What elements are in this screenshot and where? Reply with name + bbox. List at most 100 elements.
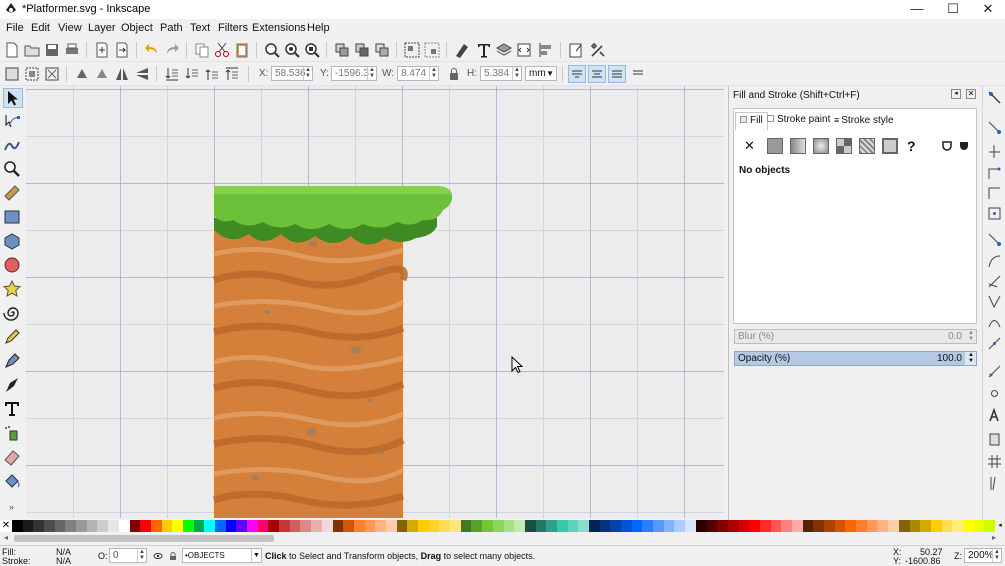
color-swatch[interactable] bbox=[279, 520, 291, 532]
menu-object[interactable]: Object bbox=[121, 22, 153, 34]
color-swatch[interactable] bbox=[717, 520, 729, 532]
color-swatch[interactable] bbox=[546, 520, 558, 532]
group-icon[interactable] bbox=[404, 42, 420, 58]
pencil-tool[interactable] bbox=[3, 328, 23, 348]
mesh-gradient-button[interactable] bbox=[836, 138, 852, 154]
color-swatch[interactable] bbox=[407, 520, 419, 532]
snap-text-baseline-icon[interactable] bbox=[987, 408, 1002, 423]
unlink-clone-icon[interactable] bbox=[374, 42, 390, 58]
color-swatch[interactable] bbox=[182, 520, 195, 532]
color-swatch[interactable] bbox=[161, 520, 173, 532]
color-swatch[interactable] bbox=[706, 520, 718, 532]
color-swatch[interactable] bbox=[332, 520, 344, 532]
scroll-right-icon[interactable]: ▸ bbox=[992, 533, 996, 542]
transform-patterns-icon[interactable] bbox=[630, 66, 646, 82]
layer-lock-icon[interactable] bbox=[168, 551, 178, 561]
color-swatch[interactable] bbox=[941, 520, 953, 532]
duplicate-icon[interactable] bbox=[334, 42, 350, 58]
scrollbar-thumb[interactable] bbox=[14, 535, 274, 542]
current-layer-select[interactable]: •OBJECTS ▼ bbox=[182, 548, 262, 563]
color-swatch[interactable] bbox=[428, 520, 440, 532]
ungroup-icon[interactable] bbox=[424, 42, 440, 58]
ellipse-tool[interactable] bbox=[3, 256, 23, 276]
spiral-tool[interactable] bbox=[3, 304, 23, 324]
flat-color-button[interactable] bbox=[767, 138, 783, 154]
snap-cusp-icon[interactable] bbox=[987, 294, 1002, 309]
save-icon[interactable] bbox=[44, 42, 60, 58]
snap-midpoints-line-icon[interactable] bbox=[987, 336, 1002, 351]
tab-stroke-paint[interactable]: Stroke paint bbox=[767, 112, 830, 130]
new-document-icon[interactable] bbox=[4, 42, 20, 58]
drawing-canvas[interactable] bbox=[26, 86, 724, 518]
color-swatch[interactable] bbox=[385, 520, 398, 532]
transform-gradients-toggle[interactable] bbox=[608, 65, 626, 83]
color-swatch[interactable] bbox=[962, 520, 975, 532]
color-swatch[interactable] bbox=[856, 520, 868, 532]
menu-edit[interactable]: Edit bbox=[31, 22, 50, 34]
color-swatch[interactable] bbox=[257, 520, 269, 532]
color-swatch[interactable] bbox=[140, 520, 152, 532]
snap-enable-icon[interactable] bbox=[987, 90, 1002, 105]
redo-icon[interactable] bbox=[164, 42, 180, 58]
zoom-drawing-icon[interactable] bbox=[284, 42, 300, 58]
menu-help[interactable]: Help bbox=[307, 22, 330, 34]
paste-icon[interactable] bbox=[234, 42, 250, 58]
color-swatch[interactable] bbox=[984, 520, 996, 532]
opacity-slider[interactable]: Opacity (%) 100.0 ▲ ▼ bbox=[734, 351, 977, 366]
panel-close-icon[interactable]: ✕ bbox=[966, 89, 976, 99]
color-swatch[interactable] bbox=[12, 520, 24, 532]
close-button[interactable]: ✕ bbox=[971, 0, 1005, 19]
color-swatch[interactable] bbox=[663, 520, 675, 532]
text-tool[interactable] bbox=[3, 400, 23, 420]
color-swatch[interactable] bbox=[973, 520, 985, 532]
color-swatch[interactable] bbox=[268, 520, 280, 532]
paint-bucket-tool[interactable] bbox=[3, 472, 23, 492]
rectangle-tool[interactable] bbox=[3, 208, 23, 228]
cut-icon[interactable] bbox=[214, 42, 230, 58]
color-swatch[interactable] bbox=[193, 520, 205, 532]
color-swatch[interactable] bbox=[588, 520, 601, 532]
color-swatch[interactable] bbox=[631, 520, 643, 532]
h-input[interactable]: 5.384 ▲ ▼ bbox=[480, 66, 522, 81]
snap-paths-icon[interactable] bbox=[987, 254, 1002, 269]
snap-page-border-icon[interactable] bbox=[987, 432, 1002, 447]
scroll-left-icon[interactable]: ◂ bbox=[4, 533, 8, 542]
color-swatch[interactable] bbox=[727, 520, 740, 532]
preferences-icon[interactable] bbox=[590, 42, 606, 58]
maximize-button[interactable]: ☐ bbox=[936, 0, 970, 19]
color-swatch[interactable] bbox=[54, 520, 66, 532]
snap-grid-icon[interactable] bbox=[987, 454, 1002, 469]
color-swatch[interactable] bbox=[86, 520, 98, 532]
lower-to-bottom-icon[interactable] bbox=[164, 66, 180, 82]
xml-editor-icon[interactable] bbox=[516, 42, 532, 58]
color-swatch[interactable] bbox=[311, 520, 323, 532]
snap-rotation-center-icon[interactable] bbox=[987, 386, 1002, 401]
color-swatch[interactable] bbox=[813, 520, 825, 532]
menu-text[interactable]: Text bbox=[190, 22, 210, 34]
color-swatch[interactable] bbox=[236, 520, 248, 532]
color-swatch[interactable] bbox=[621, 520, 633, 532]
horizontal-scrollbar[interactable]: ◂ ▸ bbox=[0, 532, 1005, 545]
raise-icon[interactable] bbox=[204, 66, 220, 82]
snap-object-center-icon[interactable] bbox=[987, 364, 1002, 379]
lower-icon[interactable] bbox=[184, 66, 200, 82]
pattern-button[interactable] bbox=[859, 138, 875, 154]
color-swatch[interactable] bbox=[524, 520, 537, 532]
blur-slider[interactable]: Blur (%) 0.0 ▲ ▼ bbox=[734, 329, 977, 344]
y-spinner[interactable]: ▲ ▼ bbox=[367, 67, 376, 80]
copy-icon[interactable] bbox=[194, 42, 210, 58]
color-swatch[interactable] bbox=[877, 520, 889, 532]
color-swatch[interactable] bbox=[802, 520, 814, 532]
color-swatch[interactable] bbox=[375, 520, 387, 532]
snap-nodes-icon[interactable] bbox=[987, 232, 1002, 247]
no-paint-button[interactable]: ✕ bbox=[744, 138, 760, 154]
linear-gradient-button[interactable] bbox=[790, 138, 806, 154]
color-swatch[interactable] bbox=[898, 520, 910, 532]
snap-bbox-icon[interactable] bbox=[987, 120, 1002, 135]
snap-midpoints-icon[interactable] bbox=[987, 186, 1002, 201]
color-swatch[interactable] bbox=[129, 520, 141, 532]
color-swatch[interactable] bbox=[108, 520, 120, 532]
platform-artwork[interactable] bbox=[211, 182, 456, 518]
select-all-icon[interactable] bbox=[4, 66, 20, 82]
color-swatch[interactable] bbox=[343, 520, 355, 532]
